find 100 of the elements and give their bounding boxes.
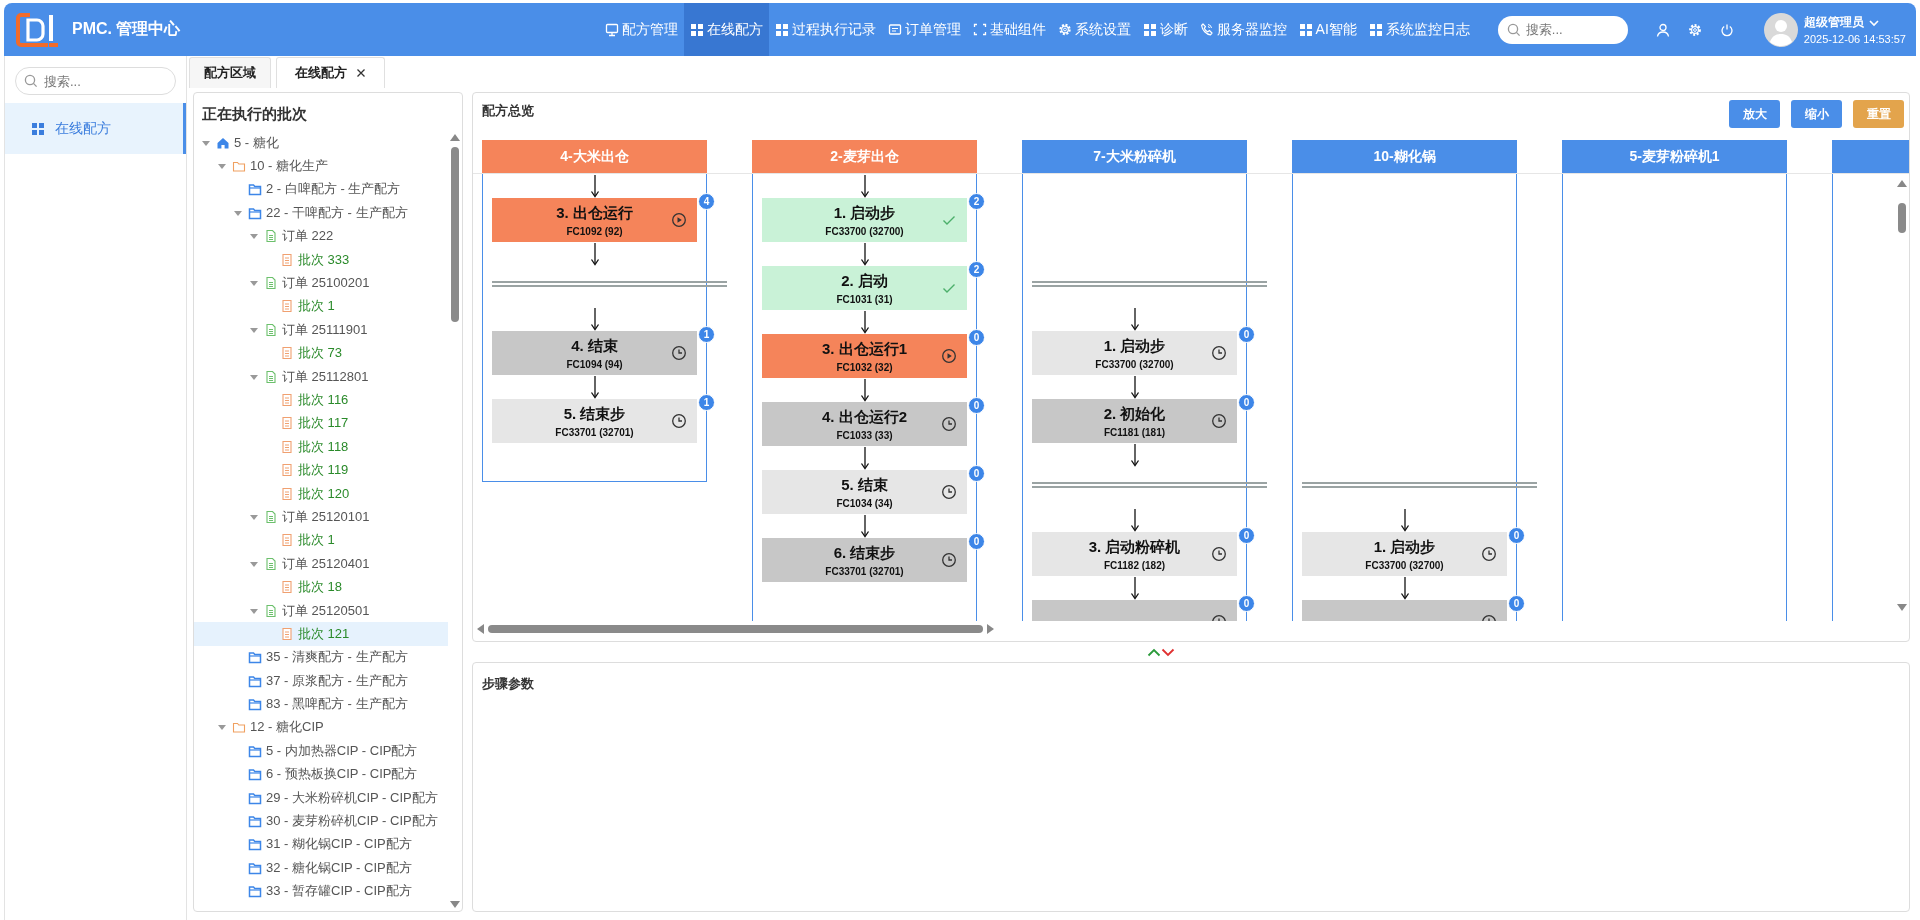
count-badge: 0 — [1508, 527, 1525, 544]
chevron-up-icon[interactable] — [1147, 647, 1161, 657]
step-title: 2. 启动 — [841, 271, 888, 291]
app-title: PMC. 管理中心 — [72, 19, 181, 39]
document-icon — [264, 322, 278, 337]
tree-item[interactable]: 31 - 糊化锅CIP - CIP配方 — [194, 832, 448, 857]
step-node[interactable]: 5. 结束 FC1034 (34) — [762, 470, 967, 514]
step-title: 5. 结束 — [841, 475, 888, 495]
chevron-down-icon[interactable] — [1161, 647, 1175, 657]
tree-item[interactable]: 批次 73 — [194, 341, 448, 365]
tree-item[interactable]: 5 - 内加热器CIP - CIP配方 — [194, 739, 448, 763]
tree-item[interactable]: 批次 333 — [194, 247, 448, 272]
scroll-down-icon[interactable] — [450, 901, 460, 908]
tab[interactable]: 在线配方 — [276, 57, 385, 88]
tree-item[interactable]: 30 - 麦芽粉碎机CIP - CIP配方 — [194, 809, 448, 833]
scrollbar-thumb[interactable] — [451, 147, 459, 322]
arrow — [1129, 307, 1140, 331]
count-badge: 2 — [968, 261, 985, 278]
search-field[interactable]: 搜索... — [15, 67, 176, 95]
tree-item[interactable]: 12 - 糖化CIP — [194, 715, 448, 740]
scrollbar-thumb[interactable] — [488, 625, 983, 633]
tree-item[interactable]: 订单 25100201 — [194, 271, 448, 295]
search-icon — [1506, 22, 1521, 37]
tree-item[interactable]: 批次 120 — [194, 481, 448, 506]
step-node[interactable]: 3. 启动粉碎机 FC1182 (182) — [1032, 532, 1237, 576]
clock-icon — [671, 413, 687, 429]
grid-icon — [1368, 22, 1383, 37]
settings-icon[interactable] — [1687, 22, 1702, 37]
tree-item[interactable]: 29 - 大米粉碎机CIP - CIP配方 — [194, 785, 448, 810]
step-node[interactable]: 1. 启动步 FC33700 (32700) — [762, 198, 967, 242]
tree-item[interactable]: 批次 118 — [194, 435, 448, 459]
tree-item[interactable]: 37 - 原浆配方 - 生产配方 — [194, 669, 448, 693]
tree-item[interactable]: 83 - 黑啤配方 - 生产配方 — [194, 692, 448, 716]
step-node[interactable]: 5. 结束步 FC33701 (32701) — [492, 399, 697, 443]
document-icon — [264, 276, 278, 291]
tab[interactable]: 配方区域 — [189, 57, 271, 88]
close-icon[interactable] — [356, 68, 366, 78]
tree-item[interactable]: 5 - 糖化 — [194, 131, 448, 155]
tree-item[interactable]: 批次 1 — [194, 294, 448, 319]
settings-icon — [1057, 22, 1072, 37]
tree-item[interactable]: 33 - 暂存罐CIP - CIP配方 — [194, 879, 448, 903]
arrow — [589, 242, 600, 266]
play-icon — [671, 212, 687, 228]
document-icon — [280, 533, 294, 548]
date-time: 2025-12-06 14:53:57 — [1803, 33, 1906, 45]
clock-icon — [1211, 546, 1227, 562]
phone-icon — [1199, 22, 1214, 37]
tree-item[interactable]: 35 - 清爽配方 - 生产配方 — [194, 645, 448, 669]
tree-item[interactable]: 订单 222 — [194, 224, 448, 248]
step-title: 3. 出仓运行 — [556, 203, 633, 223]
nav-item[interactable]: 在线配方 — [683, 3, 769, 56]
scroll-up-icon[interactable] — [1897, 180, 1907, 187]
scroll-up-icon[interactable] — [450, 134, 460, 141]
tree-item[interactable]: 订单 25120101 — [194, 505, 448, 529]
tree-item[interactable]: 批次 119 — [194, 458, 448, 482]
step-node[interactable]: 2. 启动 FC1031 (31) — [762, 266, 967, 310]
document-icon — [280, 439, 294, 454]
step-code: FC33700 (32700) — [825, 225, 904, 237]
avatar-icon[interactable] — [1763, 12, 1798, 47]
document-icon — [280, 393, 294, 407]
tree-item[interactable]: 32 - 糖化锅CIP - CIP配方 — [194, 856, 448, 880]
document-icon — [280, 252, 294, 267]
tree-item[interactable]: 订单 25120401 — [194, 552, 448, 576]
play-icon — [941, 348, 957, 364]
step-node[interactable]: 6. 结束步 FC33701 (32701) — [762, 538, 967, 582]
tree-item[interactable]: 批次 1 — [194, 528, 448, 553]
scrollbar-thumb[interactable] — [1898, 203, 1906, 233]
step-node[interactable]: 1. 启动步 FC33700 (32700) — [1032, 331, 1237, 375]
tree-item[interactable]: 批次 18 — [194, 575, 448, 599]
tree-item[interactable]: 2 - 白啤配方 - 生产配方 — [194, 177, 448, 202]
step-code: FC1092 (92) — [566, 225, 623, 237]
step-node[interactable]: 2. 初始化 FC1181 (181) — [1032, 399, 1237, 443]
step-title: 3. 出仓运行1 — [822, 339, 907, 359]
tree-item[interactable]: 订单 25111901 — [194, 318, 448, 342]
tree-item[interactable]: 22 - 干啤配方 - 生产配方 — [194, 201, 448, 225]
tree-item[interactable]: 批次 117 — [194, 411, 448, 436]
document-icon — [264, 509, 278, 524]
step-node[interactable]: 4. 出仓运行2 FC1033 (33) — [762, 402, 967, 446]
document-icon — [264, 369, 278, 384]
tree-item[interactable]: 6 - 预热板换CIP - CIP配方 — [194, 762, 448, 786]
document-icon — [264, 229, 278, 244]
power-icon[interactable] — [1719, 22, 1734, 37]
arrow — [859, 378, 870, 402]
step-code: FC1031 (31) — [836, 293, 893, 305]
step-node[interactable]: 3. 出仓运行1 FC1032 (32) — [762, 334, 967, 378]
document-icon — [280, 463, 294, 478]
tree-item[interactable]: 批次 116 — [194, 388, 448, 412]
step-node[interactable]: 4. 结束 FC1094 (94) — [492, 331, 697, 375]
search-field[interactable]: 搜索... — [1497, 15, 1628, 44]
tree-item[interactable]: 批次 121 — [194, 622, 448, 646]
scroll-down-icon[interactable] — [1897, 604, 1907, 611]
sidebar-item[interactable]: 在线配方 — [5, 103, 186, 154]
tree-item[interactable]: 订单 25112801 — [194, 364, 448, 389]
step-title: 4. 出仓运行2 — [822, 407, 907, 427]
tree-item[interactable]: 订单 25120501 — [194, 598, 448, 623]
document-icon — [280, 299, 294, 314]
step-node[interactable]: 3. 出仓运行 FC1092 (92) — [492, 198, 697, 242]
user-icon[interactable] — [1655, 22, 1670, 37]
step-node[interactable]: 1. 启动步 FC33700 (32700) — [1302, 532, 1507, 576]
tree-item[interactable]: 10 - 糖化生产 — [194, 154, 448, 178]
